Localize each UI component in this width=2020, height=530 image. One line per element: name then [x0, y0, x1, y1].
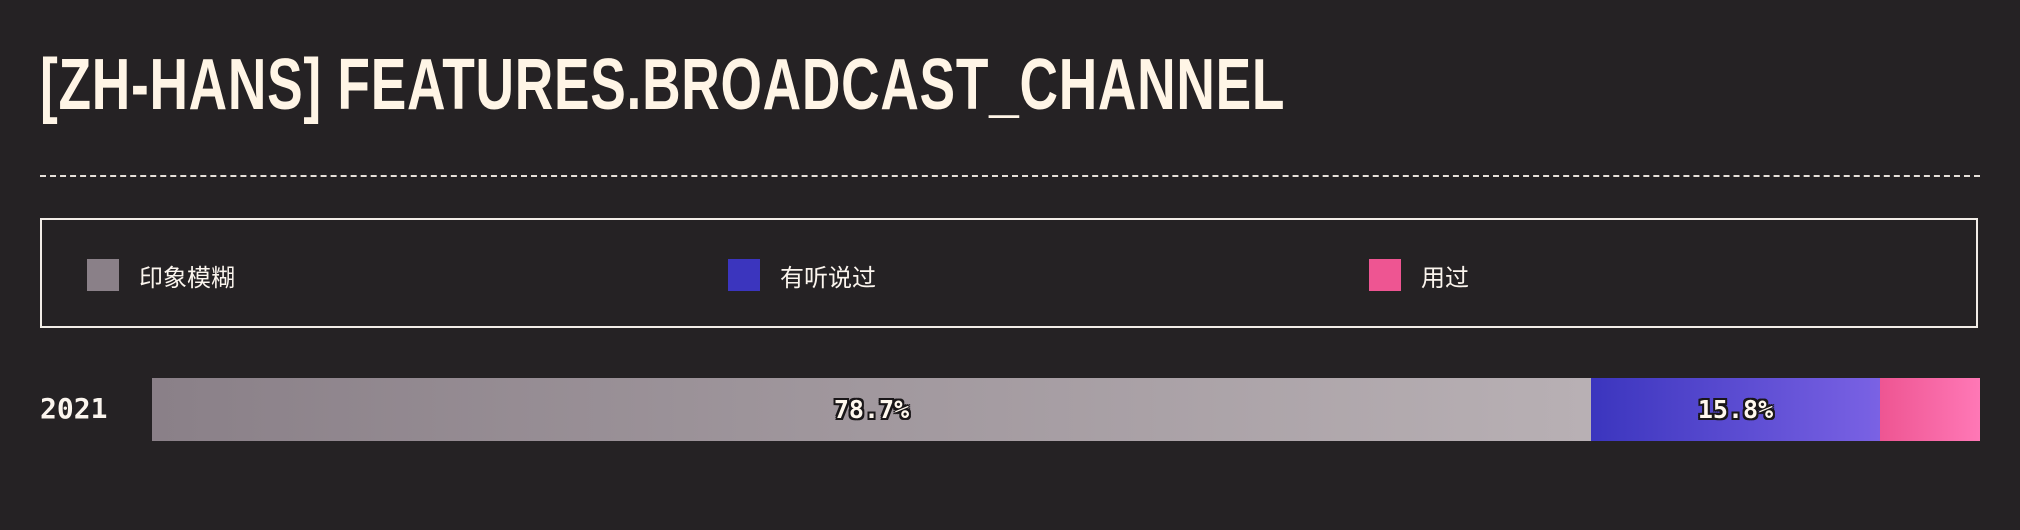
bar-value-label: 78.7% [833, 395, 910, 424]
title-divider [40, 175, 1980, 177]
bar-segment[interactable]: 15.8% [1591, 378, 1880, 441]
chart-title: [ZH-HANS] FEATURES.BROADCAST_CHANNEL [40, 45, 1286, 125]
row-label-year: 2021 [40, 392, 108, 425]
legend-label: 有听说过 [780, 263, 876, 292]
stacked-bar: 78.7% 15.8% [152, 378, 1980, 441]
legend-label: 用过 [1421, 263, 1469, 292]
legend-item-vague[interactable]: 印象模糊 [87, 258, 235, 292]
bar-segment[interactable] [1880, 378, 1980, 441]
legend-item-heard[interactable]: 有听说过 [728, 258, 876, 292]
bar-segment[interactable]: 78.7% [152, 378, 1591, 441]
legend-label: 印象模糊 [139, 263, 235, 292]
legend-item-used[interactable]: 用过 [1369, 258, 1469, 292]
legend-swatch [728, 259, 760, 291]
legend: 印象模糊 有听说过 用过 [40, 218, 1978, 328]
bar-value-label: 15.8% [1697, 395, 1774, 424]
legend-swatch [1369, 259, 1401, 291]
legend-swatch [87, 259, 119, 291]
